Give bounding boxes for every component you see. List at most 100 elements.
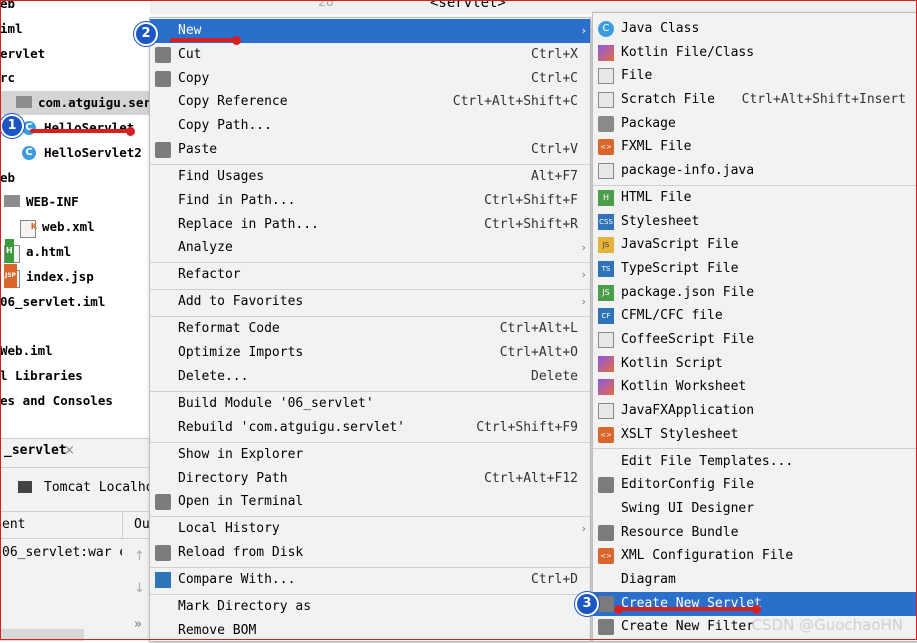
menu-item-label: Optimize Imports	[178, 345, 304, 361]
new-item-fxml-file[interactable]: <> FXML File	[593, 135, 917, 159]
tree-item[interactable]: com.atguigu.servl	[0, 91, 166, 116]
new-item-editorconfig-file[interactable]: EditorConfig File	[593, 473, 917, 497]
menu-item-directory-path[interactable]: Directory Path Ctrl+Alt+F12	[150, 467, 590, 491]
tree-item[interactable]	[0, 314, 150, 338]
new-submenu[interactable]: C Java Class Kotlin File/Class File Scratch …	[592, 12, 917, 642]
tree-item[interactable]: Web.iml	[0, 339, 150, 363]
fxml-file-icon: <>	[598, 139, 614, 156]
tomcat-server-row[interactable]: Tomcat Localho	[0, 477, 154, 501]
new-item-cfml-cfc-file[interactable]: CF CFML/CFC file	[593, 304, 917, 328]
new-item-scratch-file[interactable]: Scratch File Ctrl+Alt+Shift+Insert	[593, 88, 917, 112]
new-item-file[interactable]: File	[593, 64, 917, 88]
menu-item-paste[interactable]: Paste Ctrl+V	[150, 138, 590, 162]
new-item-kotlin-script[interactable]: Kotlin Script	[593, 352, 917, 376]
menu-item-find-usages[interactable]: Find Usages Alt+F7	[150, 165, 590, 189]
menu-item-local-history[interactable]: Local History ›	[150, 517, 590, 541]
menu-item-label: Replace in Path...	[178, 216, 319, 232]
menu-item-build-module-06-servlet[interactable]: Build Module '06_servlet'	[150, 392, 590, 416]
menu-item-label: package.json File	[621, 284, 755, 300]
menu-item-add-to-favorites[interactable]: Add to Favorites ›	[150, 290, 590, 314]
menu-item-label: CoffeeScript File	[621, 331, 755, 347]
new-item-javascript-file[interactable]: JS JavaScript File	[593, 233, 917, 257]
step-badge-1: 1	[0, 114, 24, 138]
java-class-icon: C	[598, 21, 614, 37]
menu-item-label: Analyze	[178, 240, 233, 256]
menu-item-label: EditorConfig File	[621, 477, 755, 493]
new-item-kotlin-file-class[interactable]: Kotlin File/Class	[593, 41, 917, 65]
menu-item-compare-with[interactable]: Compare With... Ctrl+D	[150, 568, 590, 592]
tree-item-label: a.html	[26, 244, 72, 259]
menu-item-open-in-terminal[interactable]: Open in Terminal	[150, 490, 590, 514]
tree-item[interactable]: es and Consoles	[0, 389, 150, 413]
menu-item-refactor[interactable]: Refactor ›	[150, 263, 590, 287]
xml-config-icon: <>	[598, 548, 614, 565]
tree-item[interactable]: WEB-INF	[0, 190, 150, 214]
xslt-icon: <>	[598, 426, 614, 443]
tree-item[interactable]: eb	[0, 0, 150, 16]
close-icon[interactable]: ×	[64, 443, 75, 458]
menu-item-show-in-explorer[interactable]: Show in Explorer	[150, 443, 590, 467]
tree-item[interactable]: C HelloServlet2	[0, 141, 150, 165]
shortcut-label: Alt+F7	[531, 169, 578, 184]
menu-item-replace-in-path[interactable]: Replace in Path... Ctrl+Shift+R	[150, 213, 590, 237]
new-item-html-file[interactable]: H HTML File	[593, 186, 917, 210]
shortcut-label: Ctrl+X	[531, 46, 578, 62]
tree-item-label: l Libraries	[0, 368, 83, 383]
new-item-package[interactable]: Package	[593, 112, 917, 136]
menu-item-optimize-imports[interactable]: Optimize Imports Ctrl+Alt+O	[150, 341, 590, 365]
arrow-down-icon[interactable]: ↓	[134, 581, 145, 596]
menu-item-copy[interactable]: Copy Ctrl+C	[150, 67, 590, 91]
menu-item-copy-path[interactable]: Copy Path...	[150, 114, 590, 138]
menu-item-label: Delete...	[178, 369, 249, 384]
annotation-dot-2	[232, 36, 241, 45]
menu-item-cut[interactable]: Cut Ctrl+X	[150, 43, 590, 67]
menu-item-label: FXML File	[621, 139, 692, 155]
menu-item-delete[interactable]: Delete... Delete	[150, 365, 590, 389]
new-item-edit-file-templates[interactable]: Edit File Templates...	[593, 450, 917, 474]
deployment-row[interactable]: 06_servlet:war ex	[0, 543, 122, 565]
tree-item-label: ervlet	[0, 45, 46, 61]
menu-item-mark-directory-as[interactable]: Mark Directory as›	[150, 595, 590, 619]
arrow-up-icon[interactable]: ↑	[134, 549, 145, 564]
new-item-diagram[interactable]: Diagram	[593, 568, 917, 592]
new-item-package-info-java[interactable]: package-info.java	[593, 159, 917, 183]
menu-item-label: Reload from Disk	[178, 545, 304, 561]
menu-item-reformat-code[interactable]: Reformat Code Ctrl+Alt+L	[150, 317, 590, 341]
new-item-xml-configuration-file[interactable]: <> XML Configuration File	[593, 544, 917, 568]
reload-icon	[155, 545, 171, 562]
new-item-resource-bundle[interactable]: Resource Bundle	[593, 521, 917, 545]
menu-item-label: Cut	[178, 46, 202, 62]
new-item-swing-ui-designer[interactable]: Swing UI Designer	[593, 497, 917, 521]
menu-item-label: Copy	[178, 70, 210, 86]
menu-item-copy-reference[interactable]: Copy Reference Ctrl+Alt+Shift+C	[150, 90, 590, 114]
panel-tab-label[interactable]: _servlet	[4, 443, 67, 458]
chevron-icon[interactable]: »	[134, 617, 142, 632]
compare-icon	[155, 572, 171, 589]
new-item-xslt-stylesheet[interactable]: <> XSLT Stylesheet	[593, 423, 917, 447]
tree-item[interactable]: ervlet	[0, 42, 150, 66]
horizontal-scrollbar[interactable]	[0, 629, 84, 641]
menu-item-find-in-path[interactable]: Find in Path... Ctrl+Shift+F	[150, 189, 590, 213]
tree-item[interactable]: index.jsp	[0, 263, 150, 289]
annotation-dot-3b	[752, 605, 761, 614]
tree-item[interactable]: l Libraries	[0, 364, 150, 388]
menu-item-rebuild-com-atguigu-servlet[interactable]: Rebuild 'com.atguigu.servlet' Ctrl+Shift+…	[150, 416, 590, 440]
tree-item[interactable]: rc	[0, 66, 150, 90]
new-item-typescript-file[interactable]: TS TypeScript File	[593, 257, 917, 281]
menu-item-remove-bom[interactable]: Remove BOM	[150, 619, 590, 643]
menu-item-analyze[interactable]: Analyze ›	[150, 236, 590, 260]
tree-item[interactable]: a.html	[0, 239, 150, 264]
tree-item[interactable]: eb	[0, 166, 150, 190]
new-item-coffeescript-file[interactable]: CoffeeScript File	[593, 328, 917, 352]
context-menu[interactable]: New › Cut Ctrl+X Copy Ctrl+C Copy Reference Ctr…	[149, 17, 591, 642]
new-item-java-class[interactable]: C Java Class	[593, 17, 917, 41]
new-item-kotlin-worksheet[interactable]: Kotlin Worksheet	[593, 375, 917, 399]
tree-item-label: eb	[0, 0, 16, 11]
new-item-stylesheet[interactable]: CSS Stylesheet	[593, 210, 917, 234]
tree-item[interactable]: iml	[0, 17, 150, 41]
new-item-javafxapplication[interactable]: JavaFXApplication	[593, 399, 917, 423]
menu-item-reload-from-disk[interactable]: Reload from Disk	[150, 541, 590, 565]
tree-item[interactable]: web.xml	[0, 215, 150, 239]
tree-item[interactable]: 06_servlet.iml	[0, 290, 150, 314]
new-item-package-json-file[interactable]: JS package.json File	[593, 281, 917, 305]
